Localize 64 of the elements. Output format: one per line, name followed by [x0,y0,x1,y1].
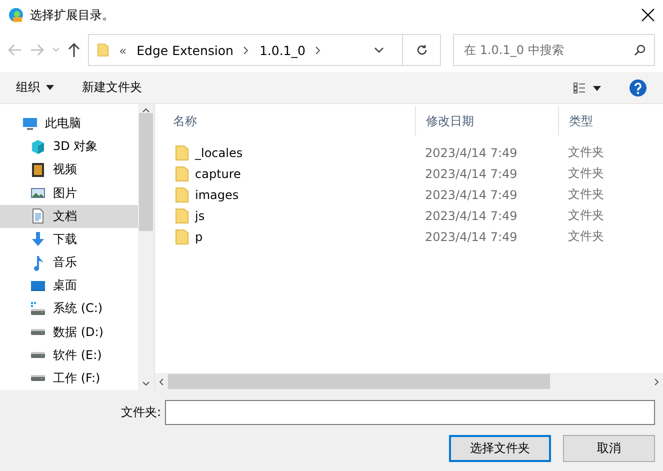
folder-label: 文件夹: [120,404,161,421]
column-header[interactable]: 类型 [558,106,663,136]
folder-icon [175,144,189,160]
new-folder-button[interactable]: 新建文件夹 [82,79,142,96]
folder-icon [175,166,189,182]
view-options-icon[interactable] [573,82,601,94]
file-row[interactable]: _locales 2023/4/14 7:49 文件夹 [155,142,663,163]
file-row[interactable]: js 2023/4/14 7:49 文件夹 [155,205,663,226]
help-icon[interactable] [629,78,647,96]
sidebar-item[interactable]: 文档 [0,204,138,228]
cube-icon [30,138,46,155]
scrollbar[interactable] [155,373,663,390]
cancel-button[interactable]: 取消 [563,435,655,462]
file-row[interactable]: capture 2023/4/14 7:49 文件夹 [155,163,663,184]
search-icon [634,44,646,56]
computer-icon [22,116,38,132]
folder-input[interactable] [165,400,655,425]
chevron-right-icon [243,46,250,54]
sidebar-item[interactable]: 图片 [0,182,138,205]
folder-icon [175,208,189,224]
column-header[interactable]: 修改日期 [415,106,558,136]
column-header[interactable]: 名称 [155,106,415,136]
refresh-icon [416,44,428,56]
document-icon [30,208,46,224]
drive-icon [30,352,46,358]
close-icon[interactable] [641,8,655,22]
sidebar-item[interactable]: 桌面 [0,274,138,298]
app-icon [8,7,24,23]
search-box[interactable]: 在 1.0.1_0 中搜索 [453,34,655,66]
file-row[interactable]: images 2023/4/14 7:49 文件夹 [155,184,663,205]
up-arrow-icon[interactable] [68,43,80,57]
chevron-down-icon [142,381,150,386]
overflow-chevron[interactable]: « [119,42,127,58]
folder-icon [97,43,109,57]
drive-icon [30,329,46,336]
sidebar-item[interactable]: 下载 [0,228,138,252]
drive-icon [30,375,46,382]
sidebar-item[interactable]: 视频 [0,158,138,182]
sidebar-item[interactable]: 数据 (D:) [0,320,138,344]
breadcrumb[interactable]: 1.0.1_0 [259,42,306,58]
breadcrumb[interactable]: Edge Extension [136,42,234,58]
film-icon [30,162,46,178]
select-folder-button[interactable]: 选择文件夹 [449,435,551,462]
chevron-left-icon [159,378,164,386]
sidebar-item[interactable]: 3D 对象 [0,135,138,158]
sidebar-item[interactable]: 软件 (E:) [0,344,138,367]
chevron-right-icon [315,46,322,54]
down-arrow-icon [30,231,46,248]
chevron-right-icon [654,378,659,386]
sidebar-item[interactable]: 此电脑 [0,112,138,136]
drive-icon [30,300,46,317]
folder-icon [175,186,189,202]
sidebar-item[interactable]: 音乐 [0,251,138,274]
address-bar[interactable]: « Edge Extension 1.0.1_0 [88,34,441,66]
folder-icon [175,228,189,244]
sidebar-item[interactable]: 工作 (F:) [0,366,138,390]
file-row[interactable]: p 2023/4/14 7:49 文件夹 [155,226,663,247]
caret-icon [46,85,54,90]
sidebar-item[interactable]: 系统 (C:) [0,297,138,321]
window-title: 选择扩展目录。 [30,6,115,24]
organize-menu[interactable]: 组织 [16,79,54,96]
chevron-up-icon [142,108,150,113]
scrollbar[interactable] [138,104,154,390]
dropdown-icon[interactable] [374,47,384,53]
